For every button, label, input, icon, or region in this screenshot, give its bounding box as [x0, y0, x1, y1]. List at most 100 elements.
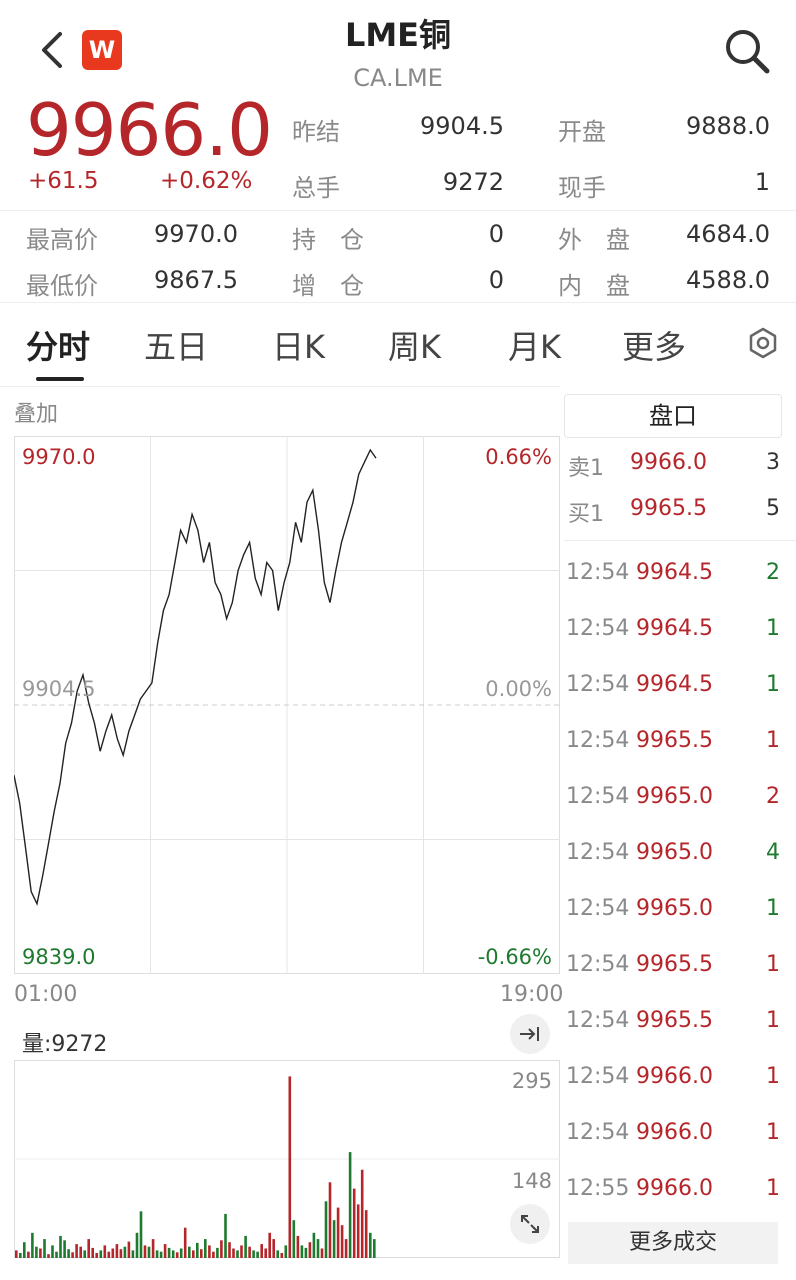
- volume-bar: [188, 1246, 191, 1258]
- volume-bar: [244, 1235, 247, 1258]
- volume-bar: [163, 1244, 167, 1258]
- order-book-tab[interactable]: 盘口: [564, 394, 782, 438]
- price-chart[interactable]: 9970.0 9904.5 9839.0 0.66% 0.00% -0.66%: [14, 436, 560, 974]
- trade-price: 9964.5: [636, 672, 713, 697]
- volume-bar: [175, 1252, 179, 1258]
- book-price: 9965.5: [630, 496, 707, 521]
- volume-bar: [19, 1253, 22, 1258]
- pct-mid-label: 0.00%: [485, 677, 552, 701]
- pct-low-label: -0.66%: [478, 945, 552, 969]
- volume-bar: [208, 1245, 211, 1258]
- tab-5[interactable]: 更多: [622, 322, 686, 368]
- volume-bar: [167, 1247, 171, 1258]
- jump-to-latest-button[interactable]: [510, 1014, 550, 1054]
- trade-time: 12:54: [566, 896, 630, 921]
- fullscreen-button[interactable]: [510, 1204, 550, 1244]
- volume-bar: [324, 1201, 328, 1258]
- volume-bar: [51, 1245, 54, 1258]
- stat-label: 开盘: [558, 118, 606, 146]
- search-button[interactable]: [722, 26, 772, 76]
- divider: [564, 540, 796, 541]
- y-mid-label: 9904.5: [22, 677, 95, 701]
- trade-qty: 1: [766, 1064, 780, 1089]
- trade-qty: 2: [766, 560, 780, 585]
- volume-bar: [228, 1242, 231, 1258]
- volume-bar: [328, 1182, 332, 1258]
- stat-label: 现手: [558, 174, 606, 202]
- trade-time: 12:54: [566, 560, 630, 585]
- trade-qty: 1: [766, 616, 780, 641]
- volume-bar: [183, 1227, 187, 1258]
- volume-bar: [27, 1251, 30, 1258]
- volume-bar: [316, 1239, 320, 1258]
- volume-bar: [256, 1251, 259, 1258]
- volume-bar: [107, 1251, 111, 1258]
- volume-bar: [55, 1251, 58, 1258]
- tab-1[interactable]: 五日: [144, 322, 208, 368]
- volume-bar: [268, 1232, 271, 1258]
- overlay-button[interactable]: 叠加: [14, 396, 58, 428]
- volume-bar: [139, 1211, 143, 1258]
- y-low-label: 9839.0: [22, 945, 95, 969]
- settings-icon: [749, 327, 777, 359]
- volume-bar: [212, 1251, 215, 1258]
- volume-bar: [171, 1250, 175, 1258]
- stat-value: 0: [488, 266, 504, 294]
- trade-time: 12:54: [566, 952, 630, 977]
- price-change: +61.5: [28, 168, 99, 194]
- volume-bar: [87, 1239, 90, 1258]
- trade-price: 9965.5: [636, 1008, 713, 1033]
- tab-4[interactable]: 月K: [508, 322, 561, 368]
- trade-qty: 1: [766, 1120, 780, 1145]
- volume-bar: [348, 1152, 352, 1258]
- volume-bar: [248, 1246, 251, 1258]
- tab-2[interactable]: 日K: [272, 322, 325, 368]
- chart-settings-button[interactable]: [746, 326, 780, 360]
- tab-3[interactable]: 周K: [388, 322, 441, 368]
- volume-chart[interactable]: 295 148: [14, 1060, 560, 1258]
- expand-right-icon: [520, 1027, 539, 1041]
- volume-bar: [47, 1254, 50, 1258]
- volume-bar: [147, 1246, 151, 1258]
- trade-qty: 1: [766, 672, 780, 697]
- trade-price: 9966.0: [636, 1120, 713, 1145]
- page-title: LME铜: [344, 16, 452, 54]
- volume-bar: [115, 1244, 119, 1258]
- pct-high-label: 0.66%: [485, 445, 552, 469]
- trade-time: 12:54: [566, 1064, 630, 1089]
- volume-bar: [79, 1246, 82, 1258]
- trade-price: 9964.5: [636, 560, 713, 585]
- volume-bar: [360, 1169, 364, 1258]
- book-price: 9966.0: [630, 450, 707, 475]
- tab-0[interactable]: 分时: [26, 322, 90, 368]
- volume-bar: [91, 1247, 94, 1258]
- volume-bar: [260, 1244, 263, 1258]
- trade-time: 12:54: [566, 1008, 630, 1033]
- volume-bar: [272, 1239, 275, 1258]
- trade-qty: 1: [766, 728, 780, 753]
- stat-value: 9272: [442, 168, 504, 196]
- trade-price: 9965.0: [636, 784, 713, 809]
- volume-bar: [23, 1242, 26, 1258]
- volume-bar: [119, 1249, 123, 1258]
- book-side: 买1: [568, 502, 604, 527]
- y-high-label: 9970.0: [22, 445, 95, 469]
- volume-bar: [67, 1249, 70, 1258]
- volume-bar: [39, 1248, 42, 1258]
- stat-value: 1: [754, 168, 770, 196]
- book-side: 卖1: [568, 456, 604, 481]
- more-trades-button[interactable]: 更多成交: [568, 1222, 778, 1264]
- volume-high-label: 295: [512, 1069, 552, 1093]
- volume-bar: [332, 1220, 336, 1258]
- volume-bar: [192, 1250, 195, 1258]
- stat-value: 4588.0: [686, 266, 770, 294]
- volume-bar: [312, 1232, 316, 1258]
- trade-price: 9965.5: [636, 952, 713, 977]
- active-tab-indicator: [36, 377, 84, 381]
- stat-label: 增 仓: [292, 272, 364, 300]
- volume-bar: [304, 1247, 308, 1258]
- volume-bar: [83, 1250, 86, 1258]
- volume-bar: [296, 1235, 300, 1258]
- volume-bar: [320, 1248, 324, 1258]
- volume-bar: [276, 1250, 279, 1258]
